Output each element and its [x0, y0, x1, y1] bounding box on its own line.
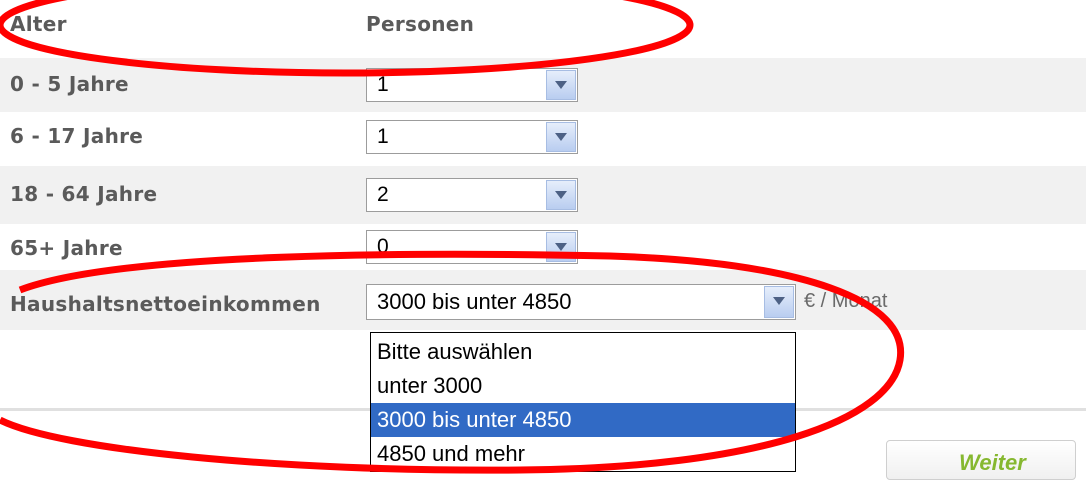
annotation-ellipse-income	[0, 250, 905, 474]
annotation-ellipse-header	[0, 0, 694, 77]
annotation-overlay	[0, 0, 905, 474]
